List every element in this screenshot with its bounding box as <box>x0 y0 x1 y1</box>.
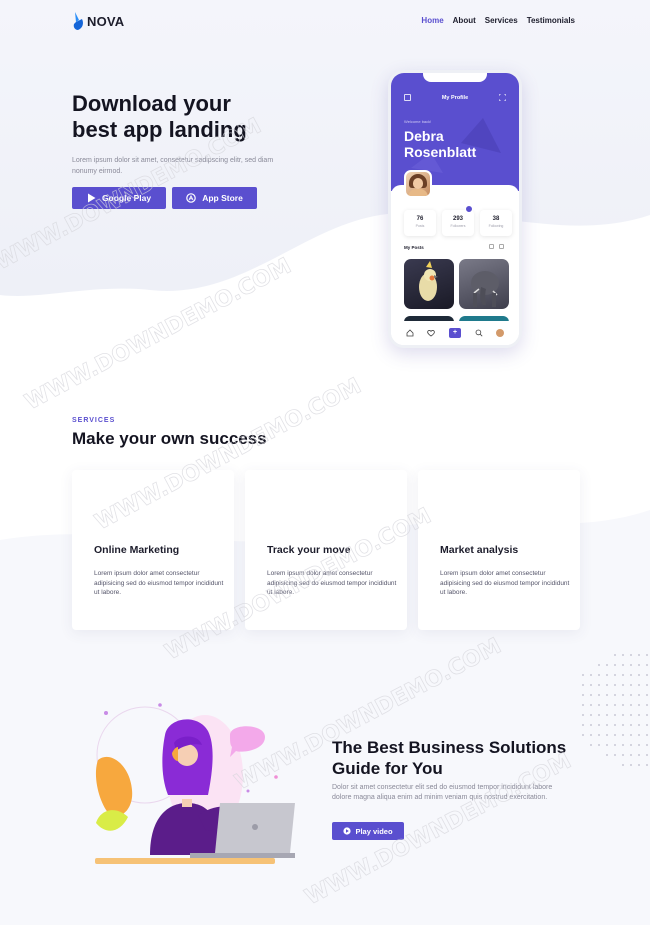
app-store-icon <box>186 193 196 203</box>
service-card-text: Lorem ipsum dolor amet consectetur adipi… <box>267 570 397 596</box>
app-store-button[interactable]: App Store <box>172 187 257 209</box>
profile-title: My Profile <box>441 95 469 101</box>
top-nav: NOVA Home About Services Testimonials <box>0 0 650 44</box>
service-card-title: Online Marketing <box>94 544 180 556</box>
nav-link-services[interactable]: Services <box>485 16 518 25</box>
stat-following[interactable]: 38 Following <box>480 210 512 236</box>
profile-tab-avatar[interactable] <box>496 329 505 337</box>
hero-description: Lorem ipsum dolor sit amet, consetetur s… <box>72 157 274 175</box>
service-card-title: Track your move <box>267 544 351 556</box>
stat-followers[interactable]: 293 Followers <box>442 210 474 236</box>
bird-image <box>419 261 438 301</box>
view-toggle <box>489 244 504 249</box>
play-circle-icon <box>343 827 352 835</box>
stat-posts-label: Posts <box>415 224 425 228</box>
solutions-title-line1: The Best Business Solutions <box>332 738 567 757</box>
logo-icon <box>73 12 83 30</box>
stat-following-num: 38 <box>492 216 500 222</box>
stat-followers-label: Followers <box>450 224 466 228</box>
list-view-icon[interactable] <box>489 244 494 249</box>
solutions-title-line2: Guide for You <box>332 759 443 778</box>
phone-tabbar: + <box>391 321 519 345</box>
hero-title-line1: Download your <box>72 91 231 116</box>
service-card-text: Lorem ipsum dolor amet consectetur adipi… <box>94 570 224 596</box>
grid-view-icon[interactable] <box>499 244 504 249</box>
phone-mockup: My Profile Welcome back! Debra Rosenblat… <box>388 70 522 348</box>
stat-following-label: Following <box>488 224 504 228</box>
heart-icon[interactable] <box>427 329 436 337</box>
stat-posts-num: 76 <box>416 216 424 222</box>
hero-title-line2: best app landing <box>72 117 247 142</box>
nav-menu: Home About Services Testimonials <box>421 16 575 25</box>
services-eyebrow: SERVICES <box>72 417 116 424</box>
google-play-button[interactable]: Google Play <box>72 187 166 209</box>
play-video-label: Play video <box>355 826 393 836</box>
post-thumbnail-bird[interactable] <box>404 259 454 309</box>
add-post-icon[interactable]: + <box>448 328 461 338</box>
post-thumbnail-elephant[interactable] <box>459 259 509 309</box>
elephant-image <box>471 271 499 307</box>
service-card-online-marketing[interactable]: Online Marketing Lorem ipsum dolor amet … <box>72 470 234 630</box>
posts-title: My Posts <box>404 245 424 250</box>
phone-notch <box>423 73 487 82</box>
welcome-text: Welcome back! <box>404 119 432 124</box>
solutions-title: The Best Business Solutions Guide for Yo… <box>332 737 592 779</box>
solutions-description: Dolor sit amet consectetur elit sed do e… <box>332 784 553 801</box>
app-store-label: App Store <box>202 193 243 203</box>
search-icon[interactable] <box>475 329 483 337</box>
service-card-market-analysis[interactable]: Market analysis Lorem ipsum dolor amet c… <box>418 470 580 630</box>
logo[interactable]: NOVA <box>72 12 124 30</box>
avatar[interactable] <box>404 170 432 198</box>
home-icon[interactable] <box>406 329 414 337</box>
play-video-button[interactable]: Play video <box>332 822 404 840</box>
google-play-label: Google Play <box>101 193 152 203</box>
nav-link-about[interactable]: About <box>453 16 476 25</box>
nav-link-testimonials[interactable]: Testimonials <box>527 16 575 25</box>
stat-posts[interactable]: 76 Posts <box>404 210 436 236</box>
stat-followers-num: 293 <box>452 216 463 222</box>
play-store-icon <box>87 193 96 203</box>
services-title: Make your own success <box>72 429 267 448</box>
notification-dot <box>465 205 473 213</box>
service-card-text: Lorem ipsum dolor amet consectetur adipi… <box>440 570 570 596</box>
woman-laptop-illustration <box>95 703 295 864</box>
hero-title: Download your best app landing <box>72 91 332 143</box>
brand-name: NOVA <box>87 13 125 29</box>
service-card-track-your-move[interactable]: Track your move Lorem ipsum dolor amet c… <box>245 470 407 630</box>
service-card-title: Market analysis <box>440 544 519 556</box>
nav-link-home[interactable]: Home <box>421 16 443 25</box>
profile-name: Debra Rosenblatt <box>404 128 477 160</box>
